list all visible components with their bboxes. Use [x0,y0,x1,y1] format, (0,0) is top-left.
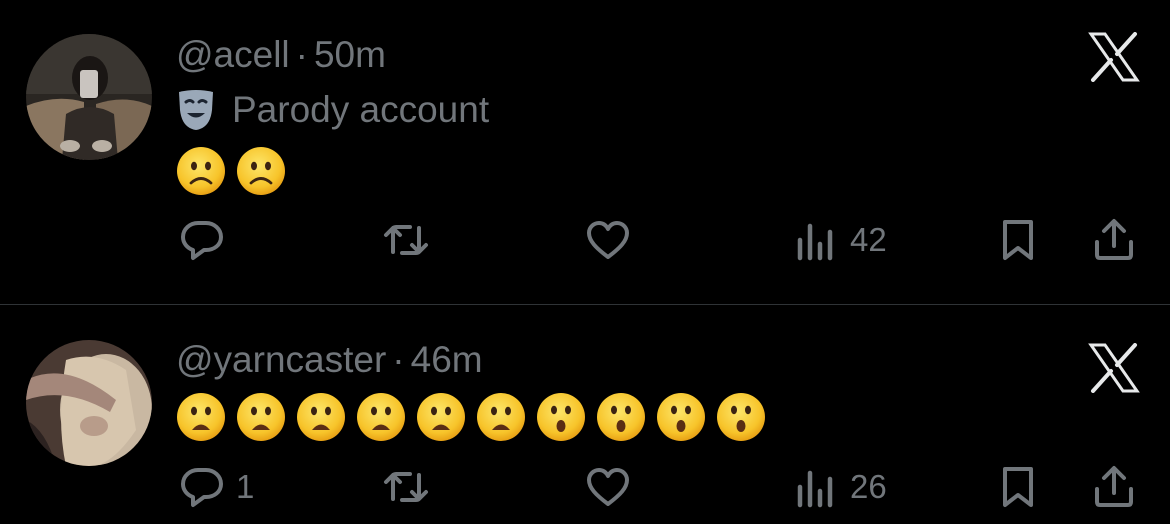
frowning-face-open-mouth-emoji [416,392,466,442]
views-button[interactable]: 26 [792,459,887,515]
bookmark-icon [994,463,1042,511]
tweet-text [176,392,766,442]
views-button[interactable]: 42 [792,212,887,268]
frowning-face-open-mouth-emoji [296,392,346,442]
separator-dot: · [392,339,405,380]
separator-dot: · [295,34,308,75]
share-icon [1090,216,1138,264]
bookmark-icon [994,216,1042,264]
tweet[interactable]: @yarncaster · 46m 1 26 [0,305,1170,524]
tweet-header: @yarncaster · 46m [176,339,483,381]
like-button[interactable] [584,212,632,268]
hushed-face-emoji [596,392,646,442]
like-icon [584,216,632,264]
theater-mask-icon [179,90,213,130]
tweet-header: @acell · 50m [176,34,386,76]
share-icon [1090,463,1138,511]
frowning-face-open-mouth-emoji [176,392,226,442]
frowning-face-open-mouth-emoji [356,392,406,442]
reply-button[interactable]: 1 [178,459,254,515]
hushed-face-emoji [536,392,586,442]
views-count: 42 [850,221,887,258]
bookmark-button[interactable] [994,212,1042,268]
retweet-button[interactable] [382,212,430,268]
action-bar: 1 26 [0,459,1170,515]
reply-icon [178,216,226,264]
action-bar: 42 [0,212,1170,268]
views-count: 26 [850,468,887,505]
parody-label-text: Parody account [232,89,490,130]
tweet[interactable]: @acell · 50m Parody account 42 [0,0,1170,304]
retweet-icon [382,216,430,264]
frowning-face-open-mouth-emoji [476,392,526,442]
x-logo-icon[interactable] [1088,32,1140,82]
reply-button[interactable] [178,212,236,268]
views-icon [792,463,840,511]
bookmark-button[interactable] [994,459,1042,515]
slightly-frowning-face-emoji [176,146,226,196]
views-icon [792,216,840,264]
slightly-frowning-face-emoji [236,146,286,196]
frowning-face-open-mouth-emoji [236,392,286,442]
parody-label: Parody account [176,88,489,132]
hushed-face-emoji [716,392,766,442]
reply-icon [178,463,226,511]
like-button[interactable] [584,459,632,515]
handle[interactable]: @yarncaster [176,339,386,380]
hushed-face-emoji [656,392,706,442]
handle[interactable]: @acell [176,34,290,75]
retweet-button[interactable] [382,459,430,515]
timestamp[interactable]: 46m [411,339,483,380]
share-button[interactable] [1090,459,1138,515]
avatar[interactable] [26,34,152,160]
share-button[interactable] [1090,212,1138,268]
like-icon [584,463,632,511]
tweet-text [176,146,286,196]
retweet-icon [382,463,430,511]
reply-count: 1 [236,468,255,505]
avatar[interactable] [26,340,152,466]
x-logo-icon[interactable] [1088,343,1140,393]
timestamp[interactable]: 50m [314,34,386,75]
